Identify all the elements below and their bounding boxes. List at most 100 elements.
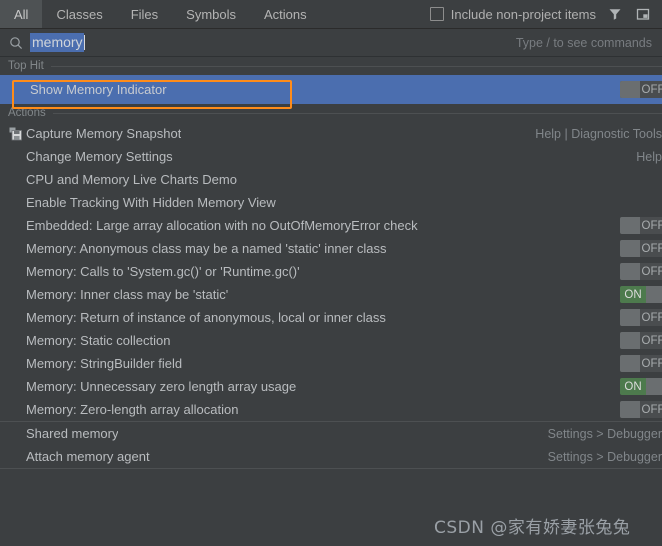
- toggle-state-label: OFF: [641, 265, 662, 278]
- search-everywhere-popup: All Classes Files Symbols Actions Includ…: [0, 0, 662, 469]
- list-item-label: Attach memory agent: [26, 448, 150, 464]
- list-item-label: Embedded: Large array allocation with no…: [26, 217, 418, 233]
- row-icon-placeholder: [8, 287, 24, 303]
- list-item-label: Memory: Zero-length array allocation: [26, 401, 239, 417]
- search-input[interactable]: memory: [30, 33, 84, 52]
- row-icon-placeholder: [8, 333, 24, 349]
- inspection-toggle[interactable]: ON: [620, 378, 662, 395]
- tab-files[interactable]: Files: [117, 0, 172, 28]
- list-item[interactable]: Attach memory agent Settings > Debugger: [0, 445, 662, 468]
- list-item-label: Memory: Return of instance of anonymous,…: [26, 309, 386, 325]
- list-bottom-divider: [0, 468, 662, 469]
- watermark-text: CSDN @家有娇妻张兔兔: [434, 518, 631, 538]
- search-hint: Type / to see commands: [515, 35, 652, 50]
- section-label-actions: Actions: [8, 107, 46, 119]
- toggle-knob: [620, 332, 640, 349]
- checkbox-box-icon: [429, 7, 444, 21]
- list-item-label: Memory: Inner class may be 'static': [26, 286, 229, 302]
- list-item[interactable]: Memory: Inner class may be 'static' ON: [0, 283, 662, 306]
- list-item[interactable]: Memory: Calls to 'System.gc()' or 'Runti…: [0, 260, 662, 283]
- result-row-show-memory-indicator[interactable]: Show Memory Indicator OFF: [0, 75, 662, 104]
- list-item[interactable]: Capture Memory Snapshot Help | Diagnosti…: [0, 122, 662, 145]
- tab-all[interactable]: All: [0, 0, 43, 28]
- list-item-label: Memory: Static collection: [26, 332, 171, 348]
- toggle-knob: [646, 286, 662, 303]
- search-row[interactable]: memory Type / to see commands: [0, 29, 662, 56]
- section-rule: [50, 65, 662, 67]
- inspection-toggle[interactable]: ON: [620, 286, 662, 303]
- row-icon-placeholder: [8, 172, 24, 188]
- toggle-state-label: OFF: [641, 219, 662, 232]
- list-item-right: ON: [608, 286, 662, 303]
- tab-classes[interactable]: Classes: [42, 0, 116, 28]
- list-item-right: Settings > Debugger: [536, 427, 662, 441]
- tab-actions[interactable]: Actions: [250, 0, 321, 28]
- toggle-knob: [620, 401, 640, 418]
- tab-symbols-label: Symbols: [186, 6, 237, 22]
- inspection-toggle[interactable]: OFF: [620, 401, 662, 418]
- section-header-actions: Actions: [0, 104, 662, 122]
- list-item-right: ON: [608, 378, 662, 395]
- list-item[interactable]: Enable Tracking With Hidden Memory View: [0, 191, 662, 214]
- list-item[interactable]: Change Memory Settings Help: [0, 145, 662, 168]
- toggle-state-label: OFF: [641, 242, 662, 255]
- filter-icon[interactable]: [606, 5, 624, 23]
- row-icon-placeholder: [8, 149, 24, 165]
- tab-bar: All Classes Files Symbols Actions Includ…: [0, 0, 662, 28]
- row-icon-placeholder: [8, 449, 24, 465]
- list-item-label: Memory: Anonymous class may be a named '…: [26, 240, 387, 256]
- list-item-right: Help | Diagnostic Tools: [523, 127, 662, 141]
- list-item-right: OFF: [608, 240, 662, 257]
- tab-files-label: Files: [130, 6, 159, 22]
- list-item[interactable]: Embedded: Large array allocation with no…: [0, 214, 662, 237]
- inspection-toggle[interactable]: OFF: [620, 332, 662, 349]
- list-item-right: Settings > Debugger: [536, 450, 662, 464]
- toggle-state-label: OFF: [641, 334, 662, 347]
- list-item-right: OFF: [608, 332, 662, 349]
- list-item[interactable]: Memory: Static collection OFF: [0, 329, 662, 352]
- list-item-label: Memory: Calls to 'System.gc()' or 'Runti…: [26, 263, 300, 279]
- result-row-label: Show Memory Indicator: [30, 81, 167, 97]
- tab-symbols[interactable]: Symbols: [172, 0, 250, 28]
- toggle-state-label: ON: [624, 380, 642, 393]
- inspection-toggle[interactable]: OFF: [620, 240, 662, 257]
- toggle-state-label: ON: [624, 288, 642, 301]
- list-item-secondary: Help: [636, 149, 662, 164]
- row-icon-placeholder: [8, 82, 24, 98]
- inspection-toggle[interactable]: OFF: [620, 355, 662, 372]
- list-item[interactable]: Memory: Unnecessary zero length array us…: [0, 375, 662, 398]
- row-icon-placeholder: [8, 426, 24, 442]
- inspection-toggle[interactable]: OFF: [620, 217, 662, 234]
- text-caret: [83, 35, 85, 50]
- section-rule: [52, 112, 662, 114]
- list-item-label: Capture Memory Snapshot: [26, 125, 182, 141]
- toggle-state-label: OFF: [641, 311, 662, 324]
- list-item-right: OFF: [608, 217, 662, 234]
- list-item-secondary: Help | Diagnostic Tools: [535, 126, 662, 141]
- tab-actions-label: Actions: [264, 6, 307, 22]
- list-item-label: Memory: StringBuilder field: [26, 355, 183, 371]
- row-icon-placeholder: [8, 264, 24, 280]
- toggle-show-memory-indicator[interactable]: OFF: [620, 81, 662, 98]
- list-item-secondary: Settings > Debugger: [547, 449, 662, 464]
- list-item-right: OFF: [608, 263, 662, 280]
- toggle-knob: [620, 240, 640, 257]
- row-icon-placeholder: [8, 402, 24, 418]
- list-item[interactable]: Memory: Return of instance of anonymous,…: [0, 306, 662, 329]
- open-in-window-icon[interactable]: [634, 5, 652, 23]
- row-icon-placeholder: [8, 310, 24, 326]
- list-item-right: OFF: [608, 309, 662, 326]
- list-item-label: Enable Tracking With Hidden Memory View: [26, 194, 276, 210]
- list-item[interactable]: Shared memory Settings > Debugger: [0, 422, 662, 445]
- inspection-toggle[interactable]: OFF: [620, 309, 662, 326]
- toggle-knob: [620, 217, 640, 234]
- list-item-right: OFF: [608, 401, 662, 418]
- include-non-project-items-checkbox[interactable]: Include non-project items: [429, 7, 596, 22]
- inspection-toggle[interactable]: OFF: [620, 263, 662, 280]
- list-item-label: CPU and Memory Live Charts Demo: [26, 171, 237, 187]
- list-item[interactable]: Memory: Zero-length array allocation OFF: [0, 398, 662, 421]
- list-item[interactable]: Memory: Anonymous class may be a named '…: [0, 237, 662, 260]
- list-item[interactable]: Memory: StringBuilder field OFF: [0, 352, 662, 375]
- toggle-state-label: OFF: [641, 403, 662, 416]
- list-item[interactable]: CPU and Memory Live Charts Demo: [0, 168, 662, 191]
